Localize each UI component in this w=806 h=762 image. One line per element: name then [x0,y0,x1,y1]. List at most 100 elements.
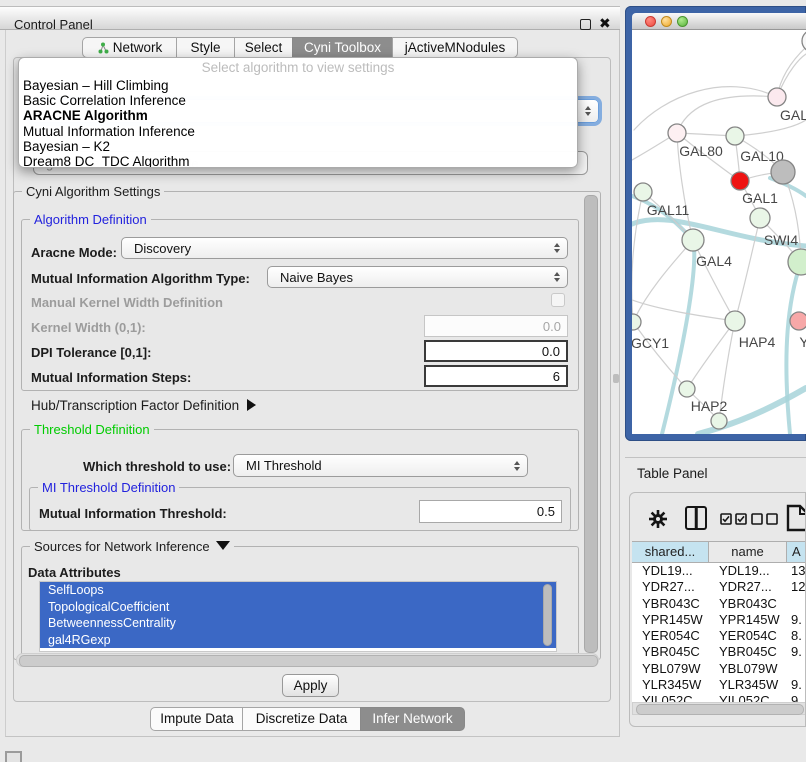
table-row[interactable]: YBL079WYBL079W [632,661,806,677]
tab-jactivemnodules-label: jActiveMNodules [405,40,506,55]
table-row[interactable]: YER054CYER054C8. [632,628,806,644]
unchecked-boxes-icon[interactable] [751,513,779,525]
checked-boxes-icon[interactable] [720,513,748,525]
table-row[interactable]: YLR345WYLR345W9. [632,677,806,693]
gear-icon[interactable] [648,509,668,529]
table-row[interactable]: YBR045CYBR045C9. [632,644,806,660]
table-cell: YBR045C [709,644,787,660]
mi-algorithm-type-select[interactable]: Naive Bayes [267,266,568,288]
mi-steps-field[interactable] [424,365,568,387]
node-label: HAP2 [691,398,728,414]
network-window-titlebar[interactable] [632,13,806,30]
column-header-name[interactable]: name [709,541,787,563]
table-cell: 9. [787,612,806,628]
settings-vertical-scrollbar[interactable] [584,195,598,653]
collapsed-panel-icon[interactable] [5,751,22,762]
close-traffic-light-icon[interactable] [645,16,656,27]
tab-style[interactable]: Style [176,37,235,58]
network-node[interactable] [731,172,749,190]
tab-discretize-data[interactable]: Discretize Data [242,707,361,731]
tab-network[interactable]: Network [82,37,178,58]
kernel-width-field[interactable] [424,315,568,337]
data-attributes-list[interactable]: SelfLoopsTopologicalCoefficientBetweenne… [39,581,557,652]
network-view-canvas[interactable]: GALGAL80GAL10GAL1GAL11SWI4GAL4GCY1HAP4YH… [632,30,806,434]
network-node[interactable] [711,413,727,429]
column-header-shared-label: shared... [645,544,696,559]
sources-group-title[interactable]: Sources for Network Inference [30,539,234,554]
cyni-algorithm-settings-title: Cyni Algorithm Settings [22,184,164,199]
data-attribute-item[interactable]: BetweennessCentrality [40,615,556,632]
dpi-tolerance-field[interactable] [424,340,568,362]
network-node[interactable] [679,381,695,397]
network-edge[interactable] [687,321,735,389]
table-row[interactable]: YBR043CYBR043C [632,596,806,612]
column-header-third[interactable]: A [787,541,806,563]
document-icon[interactable] [786,504,806,532]
column-header-third-label: A [792,544,801,559]
algorithm-option[interactable]: Dream8 DC_TDC Algorithm [19,154,577,168]
algorithm-option[interactable]: Basic Correlation Inference [19,93,577,108]
data-attribute-item[interactable]: TopologicalCoefficient [40,599,556,616]
network-node[interactable] [750,208,770,228]
panel-resize-handle[interactable] [613,374,619,383]
tab-jactivemnodules[interactable]: jActiveMNodules [392,37,518,58]
table-cell: YBR043C [632,596,709,612]
network-node[interactable] [632,314,641,330]
zoom-traffic-light-icon[interactable] [677,16,688,27]
threshold-definition-title: Threshold Definition [30,422,154,437]
manual-kernel-checkbox[interactable] [551,293,565,307]
network-node[interactable] [768,88,786,106]
apply-button[interactable]: Apply [282,674,339,697]
split-columns-icon[interactable] [685,506,707,530]
column-header-shared[interactable]: shared... [632,541,709,563]
float-window-icon[interactable] [580,19,591,30]
table-horizontal-scrollbar-track[interactable] [632,702,806,715]
algorithm-option[interactable]: Bayesian – K2 [19,139,577,154]
table-cell: YDL19... [709,563,787,579]
which-threshold-select[interactable]: MI Threshold [233,454,528,477]
attributes-list-scrollbar[interactable] [543,584,552,646]
network-node[interactable] [682,229,704,251]
minimize-traffic-light-icon[interactable] [661,16,672,27]
network-node[interactable] [634,183,652,201]
table-row[interactable]: YIL052CYIL052C9 [632,693,806,702]
algorithm-dropdown-placeholder: Select algorithm to view settings [19,58,577,78]
table-row[interactable]: YDL19...YDL19...13 [632,563,806,579]
table-horizontal-scrollbar-thumb[interactable] [636,704,804,715]
network-node[interactable] [788,249,806,275]
network-node[interactable] [725,311,745,331]
network-edge[interactable] [634,87,777,130]
table-cell: YLR345W [709,677,787,693]
network-node[interactable] [790,312,806,330]
tab-cyni-toolbox[interactable]: Cyni Toolbox [292,37,393,58]
node-label: GAL11 [647,202,690,218]
network-node[interactable] [726,127,744,145]
tab-infer-network-label: Infer Network [372,711,452,726]
sources-group-label: Sources for Network Inference [34,539,210,554]
data-attribute-item[interactable]: SelfLoops [40,582,556,599]
tab-select[interactable]: Select [234,37,293,58]
network-edge[interactable] [677,96,777,133]
network-node[interactable] [771,160,795,184]
network-edge[interactable] [633,240,693,322]
hub-definition-toggle[interactable]: Hub/Transcription Factor Definition [31,398,256,413]
settings-horizontal-scrollbar-track[interactable] [16,653,599,667]
table-cell: 8. [787,628,806,644]
algorithm-option[interactable]: Bayesian – Hill Climbing [19,78,577,93]
network-edge[interactable] [632,300,735,321]
node-label: GAL80 [679,143,723,159]
data-attribute-item[interactable]: gal4RGexp [40,632,556,649]
mi-threshold-field[interactable] [419,500,562,523]
control-panel-titlebar[interactable]: Control Panel ✖ [0,6,620,30]
tab-impute-data-label: Impute Data [160,711,234,726]
table-row[interactable]: YPR145WYPR145W9. [632,612,806,628]
table-row[interactable]: YDR27...YDR27...12 [632,579,806,595]
algorithm-option[interactable]: ARACNE Algorithm [19,108,577,123]
aracne-mode-select[interactable]: Discovery [121,237,568,259]
table-cell [787,661,806,677]
algorithm-option[interactable]: Mutual Information Inference [19,124,577,139]
tab-impute-data[interactable]: Impute Data [150,707,244,731]
tab-infer-network[interactable]: Infer Network [360,707,465,731]
settings-horizontal-scrollbar-thumb[interactable] [19,655,598,667]
network-node[interactable] [668,124,686,142]
